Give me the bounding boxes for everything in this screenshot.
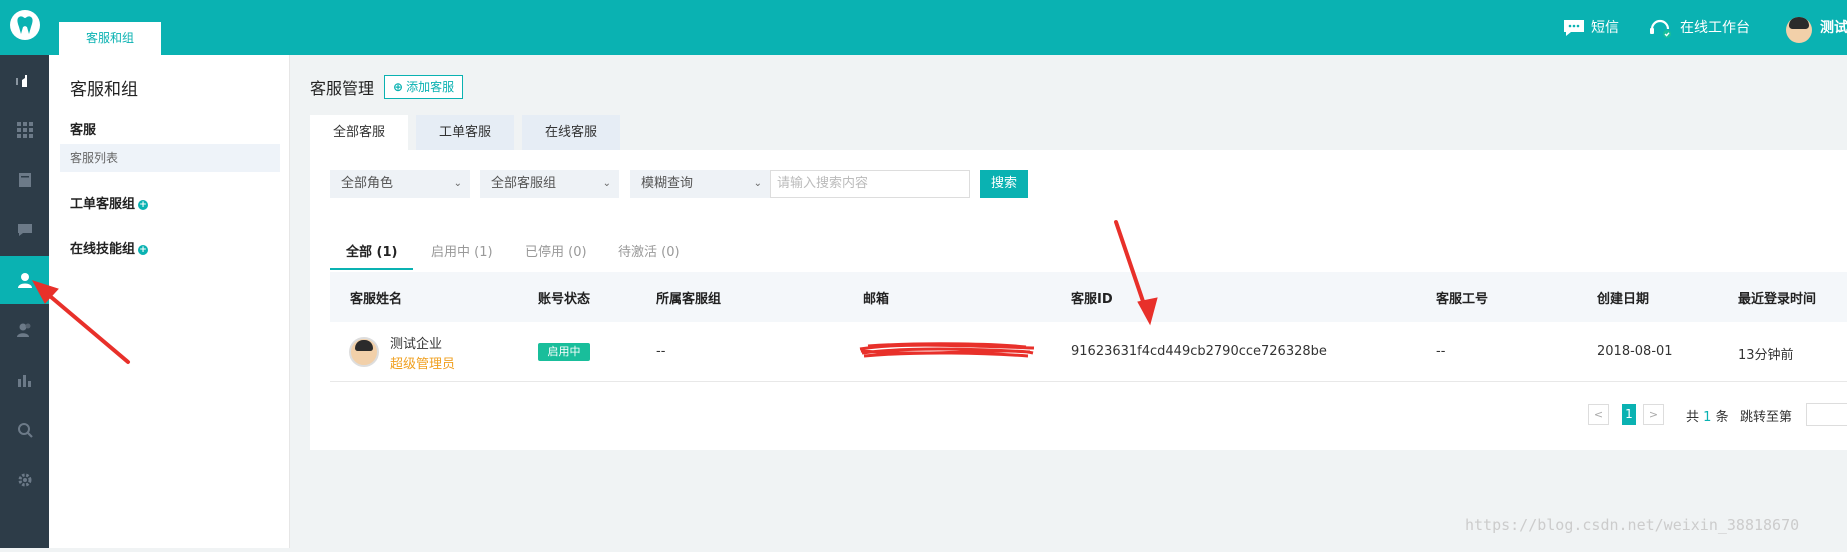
- agent-created-date: 2018-08-01: [1597, 344, 1673, 359]
- users-icon: [16, 323, 30, 337]
- rail-customers[interactable]: [0, 306, 49, 354]
- chat-icon: [1564, 20, 1584, 36]
- rail-apps[interactable]: [0, 106, 49, 154]
- next-page-button[interactable]: >: [1643, 404, 1664, 425]
- rail-search[interactable]: [0, 406, 49, 454]
- total-suffix: 条: [1715, 410, 1729, 425]
- gear-icon: [18, 473, 31, 487]
- add-online-group-icon[interactable]: +: [138, 244, 149, 255]
- search-icon: [17, 423, 33, 438]
- rail-documents[interactable]: [0, 156, 49, 204]
- online-groups-label: 在线技能组: [70, 242, 136, 257]
- column-header-created: 创建日期: [1597, 292, 1650, 307]
- sidebar-item-agent-list[interactable]: 客服列表: [60, 144, 280, 172]
- grid-icon: [16, 122, 33, 138]
- user-icon: [17, 273, 32, 288]
- agent-last-login: 13分钟前: [1738, 348, 1794, 363]
- document-icon: [18, 173, 31, 187]
- role-select[interactable]: 全部角色 ⌄: [330, 170, 470, 198]
- workbench-button[interactable]: 在线工作台: [1648, 12, 1750, 44]
- total-count: 共 1 条: [1686, 406, 1729, 425]
- agent-employee-no: --: [1436, 344, 1446, 359]
- chevron-down-icon: ⌄: [753, 178, 762, 189]
- rail-home[interactable]: [0, 57, 49, 105]
- home-icon: [15, 75, 27, 87]
- rail-agents[interactable]: [0, 256, 49, 304]
- app-logo[interactable]: [10, 10, 40, 40]
- email-redaction-scribble: [858, 339, 1038, 363]
- add-agent-label: 添加客服: [406, 80, 455, 94]
- tooth-icon: [17, 16, 33, 34]
- rail-stats[interactable]: [0, 356, 49, 404]
- status-tab-enabled[interactable]: 启用中 (1): [431, 241, 493, 260]
- watermark: https://blog.csdn.net/weixin_38818670: [1465, 516, 1800, 534]
- workbench-label: 在线工作台: [1680, 20, 1750, 36]
- sidebar-section-agents[interactable]: 客服: [70, 119, 96, 138]
- column-header-status: 账号状态: [538, 292, 591, 307]
- agent-name[interactable]: 测试企业: [390, 333, 442, 352]
- message-icon: [17, 224, 32, 236]
- search-input[interactable]: 请输入搜索内容: [770, 170, 970, 198]
- search-button[interactable]: 搜索: [980, 170, 1028, 198]
- ticket-groups-label: 工单客服组: [70, 197, 136, 212]
- user-avatar[interactable]: [1786, 17, 1812, 43]
- prev-page-button[interactable]: <: [1588, 404, 1609, 425]
- rail-settings[interactable]: [0, 456, 49, 504]
- sms-label: 短信: [1591, 20, 1619, 36]
- page-title: 客服管理: [310, 79, 375, 98]
- user-name[interactable]: 测试: [1820, 12, 1847, 44]
- column-header-email: 邮箱: [863, 292, 890, 307]
- search-mode-value: 模糊查询: [641, 176, 694, 191]
- sms-button[interactable]: 短信: [1563, 12, 1619, 44]
- bar-chart-icon: [17, 375, 31, 387]
- chevron-down-icon: ⌄: [453, 178, 462, 189]
- status-tab-all[interactable]: 全部 (1): [346, 241, 397, 260]
- status-tab-disabled[interactable]: 已停用 (0): [525, 241, 587, 260]
- active-tab-indicator: [330, 268, 413, 270]
- headset-icon: [1650, 19, 1671, 38]
- rail-messages[interactable]: [0, 206, 49, 254]
- column-header-name: 客服姓名: [350, 292, 403, 307]
- agent-group: --: [656, 344, 666, 359]
- total-number: 1: [1703, 410, 1712, 425]
- sidebar-ticket-groups[interactable]: 工单客服组 +: [70, 193, 149, 212]
- chevron-down-icon: ⌄: [602, 178, 611, 189]
- sidebar-online-groups[interactable]: 在线技能组 +: [70, 238, 149, 257]
- group-select-value: 全部客服组: [491, 176, 557, 191]
- add-ticket-group-icon[interactable]: +: [138, 199, 149, 210]
- group-select[interactable]: 全部客服组 ⌄: [480, 170, 619, 198]
- tab-all-agents[interactable]: 全部客服: [310, 115, 408, 151]
- total-prefix: 共: [1686, 410, 1700, 425]
- column-header-employee-no: 客服工号: [1436, 292, 1489, 307]
- sidebar-title: 客服和组: [70, 80, 138, 100]
- plus-circle-icon: ⊕: [393, 80, 404, 94]
- role-select-value: 全部角色: [341, 176, 394, 191]
- jump-label: 跳转至第: [1740, 410, 1793, 425]
- tab-ticket-agents[interactable]: 工单客服: [416, 115, 514, 151]
- agent-role: 超级管理员: [390, 357, 456, 372]
- agent-id: 91623631f4cd449cb2790cce726328be: [1071, 344, 1327, 359]
- jump-page-input[interactable]: [1806, 403, 1847, 426]
- column-header-last-login: 最近登录时间: [1738, 292, 1817, 307]
- agent-avatar: [349, 337, 379, 367]
- tab-agents-groups[interactable]: 客服和组: [59, 22, 161, 55]
- current-page[interactable]: 1: [1622, 404, 1636, 425]
- tab-online-agents[interactable]: 在线客服: [522, 115, 620, 151]
- column-header-id: 客服ID: [1071, 292, 1113, 307]
- search-mode-select[interactable]: 模糊查询 ⌄: [630, 170, 770, 198]
- status-badge: 启用中: [538, 343, 590, 361]
- status-tab-pending[interactable]: 待激活 (0): [618, 241, 680, 260]
- add-agent-button[interactable]: ⊕ 添加客服: [384, 75, 464, 99]
- column-header-group: 所属客服组: [656, 292, 722, 307]
